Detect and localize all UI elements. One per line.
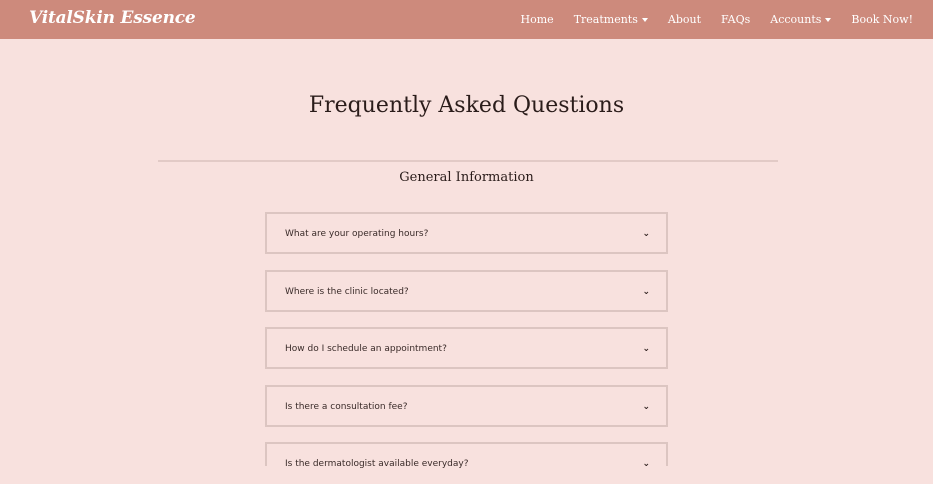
page-title: Frequently Asked Questions bbox=[308, 93, 625, 118]
faq-question: Is the dermatologist available everyday? bbox=[285, 459, 469, 469]
nav-accounts-dropdown[interactable]: Accounts bbox=[770, 13, 832, 26]
caret-down-icon bbox=[825, 18, 832, 22]
faq-item[interactable]: Is the dermatologist available everyday?… bbox=[265, 442, 668, 469]
divider bbox=[158, 160, 778, 162]
faq-question: What are your operating hours? bbox=[285, 229, 429, 239]
nav-home[interactable]: Home bbox=[521, 13, 554, 26]
chevron-down-icon: ⌄ bbox=[642, 402, 650, 412]
faq-item[interactable]: Is there a consultation fee? ⌄ bbox=[265, 385, 668, 427]
nav-links: Home Treatments About FAQs Accounts Book… bbox=[501, 0, 913, 39]
section-title: General Information bbox=[399, 170, 534, 185]
faq-item[interactable]: How do I schedule an appointment? ⌄ bbox=[265, 327, 668, 369]
brand-logo[interactable]: VitalSkin Essence bbox=[29, 8, 196, 28]
faq-question: Where is the clinic located? bbox=[285, 287, 409, 297]
faq-item[interactable]: Where is the clinic located? ⌄ bbox=[265, 270, 668, 312]
chevron-down-icon: ⌄ bbox=[642, 287, 650, 297]
nav-treatments-dropdown[interactable]: Treatments bbox=[574, 13, 648, 26]
caret-down-icon bbox=[641, 18, 648, 22]
chevron-down-icon: ⌄ bbox=[642, 229, 650, 239]
faq-question: How do I schedule an appointment? bbox=[285, 344, 447, 354]
chevron-down-icon: ⌄ bbox=[642, 459, 650, 469]
faq-question: Is there a consultation fee? bbox=[285, 402, 408, 412]
nav-book-now[interactable]: Book Now! bbox=[851, 13, 913, 26]
nav-treatments-label: Treatments bbox=[573, 13, 638, 26]
nav-about[interactable]: About bbox=[668, 13, 701, 26]
nav-accounts-label: Accounts bbox=[770, 13, 822, 26]
faq-item[interactable]: What are your operating hours? ⌄ bbox=[265, 212, 668, 254]
navbar: VitalSkin Essence Home Treatments About … bbox=[0, 0, 933, 39]
chevron-down-icon: ⌄ bbox=[642, 344, 650, 354]
nav-faqs[interactable]: FAQs bbox=[721, 13, 750, 26]
